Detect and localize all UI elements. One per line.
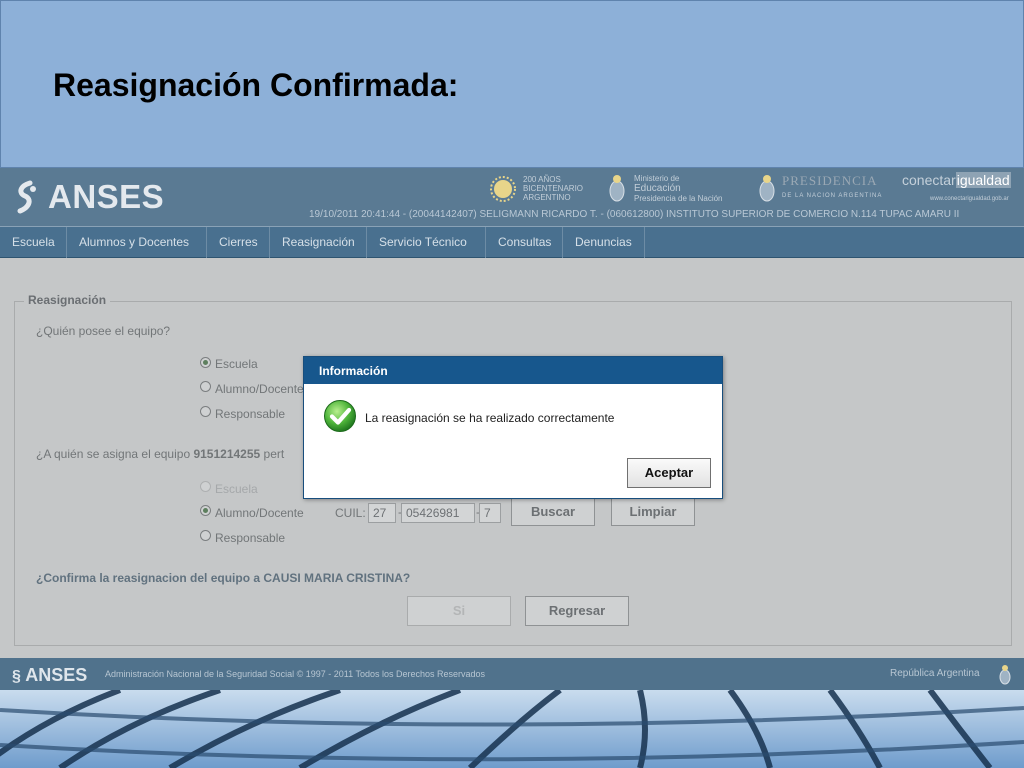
footer-copyright: Administración Nacional de la Seguridad … <box>105 669 486 679</box>
slide-decoration <box>0 690 1024 768</box>
app-footer: § ANSES Administración Nacional de la Se… <box>0 658 1024 690</box>
ministerio-line: Presidencia de la Nación <box>634 194 723 203</box>
owner-question: ¿Quién posee el equipo? <box>36 324 171 338</box>
assign-question-suffix: pert <box>260 447 285 461</box>
footer-brand-text: ANSES <box>25 665 88 685</box>
sun-icon <box>490 176 516 202</box>
assign-label-alumno-docente: Alumno/Docente <box>215 506 304 520</box>
owner-radio-escuela[interactable] <box>200 357 211 368</box>
confirm-question: ¿Confirma la reasignacion del equipo a C… <box>36 571 411 585</box>
assign-label-responsable: Responsable <box>215 531 286 545</box>
bicentenario-line: ARGENTINO <box>523 193 571 202</box>
yes-button[interactable]: Si <box>407 596 511 626</box>
nav-reasignacion[interactable]: Reasignación <box>270 227 367 258</box>
clear-button[interactable]: Limpiar <box>611 498 695 526</box>
ministerio-line: Ministerio de <box>634 174 680 183</box>
assign-radio-escuela[interactable] <box>200 481 211 492</box>
app-header: ANSES 200 AÑOS BICENTENARIO ARGENTINO Mi… <box>0 168 1024 226</box>
assign-radio-alumno-docente[interactable] <box>200 505 211 516</box>
nav-alumnos-docentes[interactable]: Alumnos y Docentes <box>67 227 207 258</box>
assign-label-escuela: Escuela <box>215 482 258 496</box>
assign-radio-responsable[interactable] <box>200 530 211 541</box>
presidencia-logo: PRESIDENCIA <box>782 173 878 188</box>
assign-question-prefix: ¿A quién se asigna el equipo <box>36 447 194 461</box>
dialog-title: Información <box>319 364 388 378</box>
search-button[interactable]: Buscar <box>511 498 595 526</box>
nav-consultas[interactable]: Consultas <box>486 227 563 258</box>
owner-label-responsable: Responsable <box>215 407 286 421</box>
conectar-text: conectar <box>902 172 956 188</box>
nav-servicio-tecnico[interactable]: Servicio Técnico <box>367 227 486 258</box>
grid-decoration-icon <box>0 690 1024 768</box>
nav-denuncias[interactable]: Denuncias <box>563 227 645 258</box>
anses-logo[interactable]: ANSES <box>12 178 165 215</box>
igualdad-text: igualdad <box>955 172 1011 188</box>
slide-title: Reasignación Confirmada: <box>53 67 459 103</box>
equipment-serial: 9151214255 <box>193 447 261 461</box>
bicentenario-line: 200 AÑOS <box>523 175 561 184</box>
nav-cierres[interactable]: Cierres <box>207 227 270 258</box>
anses-swirl-icon: § <box>12 668 21 685</box>
cuil-check-digit-input[interactable]: 7 <box>479 503 501 523</box>
institutional-logos: 200 AÑOS BICENTENARIO ARGENTINO Minister… <box>490 172 1020 206</box>
info-dialog: Información La reasignación se ha realiz… <box>303 356 723 499</box>
owner-label-alumno-docente: Alumno/Docente <box>215 382 304 396</box>
cuil-prefix-input[interactable]: 27 <box>368 503 396 523</box>
accept-button[interactable]: Aceptar <box>627 458 711 488</box>
assign-question: ¿A quién se asigna el equipo 9151214255 … <box>36 447 284 461</box>
owner-radio-responsable[interactable] <box>200 406 211 417</box>
fieldset-legend: Reasignación <box>24 293 111 307</box>
cuil-number-input[interactable]: 05426981 <box>401 503 475 523</box>
slide-header: Reasignación Confirmada: <box>0 0 1024 168</box>
ministerio-logo: Ministerio de Educación Presidencia de l… <box>634 174 723 203</box>
shield-icon <box>609 175 625 202</box>
dialog-header[interactable]: Información <box>304 357 722 384</box>
footer-brand: § ANSES <box>12 665 87 686</box>
presidencia-subtitle: DE LA NACION ARGENTINA <box>782 193 883 199</box>
owner-radio-alumno-docente[interactable] <box>200 381 211 392</box>
brand-name: ANSES <box>48 178 165 215</box>
shield-icon <box>759 175 775 202</box>
ministerio-line: Educación <box>634 183 681 194</box>
conectar-igualdad-logo: conectarigualdad <box>902 172 1011 188</box>
back-button[interactable]: Regresar <box>525 596 629 626</box>
anses-swirl-icon <box>17 180 36 214</box>
dialog-message: La reasignación se ha realizado correcta… <box>365 411 615 425</box>
bicentenario-line: BICENTENARIO <box>523 184 584 193</box>
owner-label-escuela: Escuela <box>215 357 258 371</box>
shield-icon <box>999 665 1011 685</box>
bicentenario-logo: 200 AÑOS BICENTENARIO ARGENTINO <box>523 175 583 202</box>
conectar-url: www.conectarigualdad.gob.ar <box>930 196 1009 202</box>
main-nav: Escuela Alumnos y Docentes Cierres Reasi… <box>0 226 1024 258</box>
cuil-label: CUIL: <box>335 506 366 520</box>
success-check-icon <box>324 400 356 432</box>
footer-country: República Argentina <box>890 668 980 679</box>
session-info: 19/10/2011 20:41:44 - (20044142407) SELI… <box>309 209 960 220</box>
nav-escuela[interactable]: Escuela <box>0 227 67 258</box>
